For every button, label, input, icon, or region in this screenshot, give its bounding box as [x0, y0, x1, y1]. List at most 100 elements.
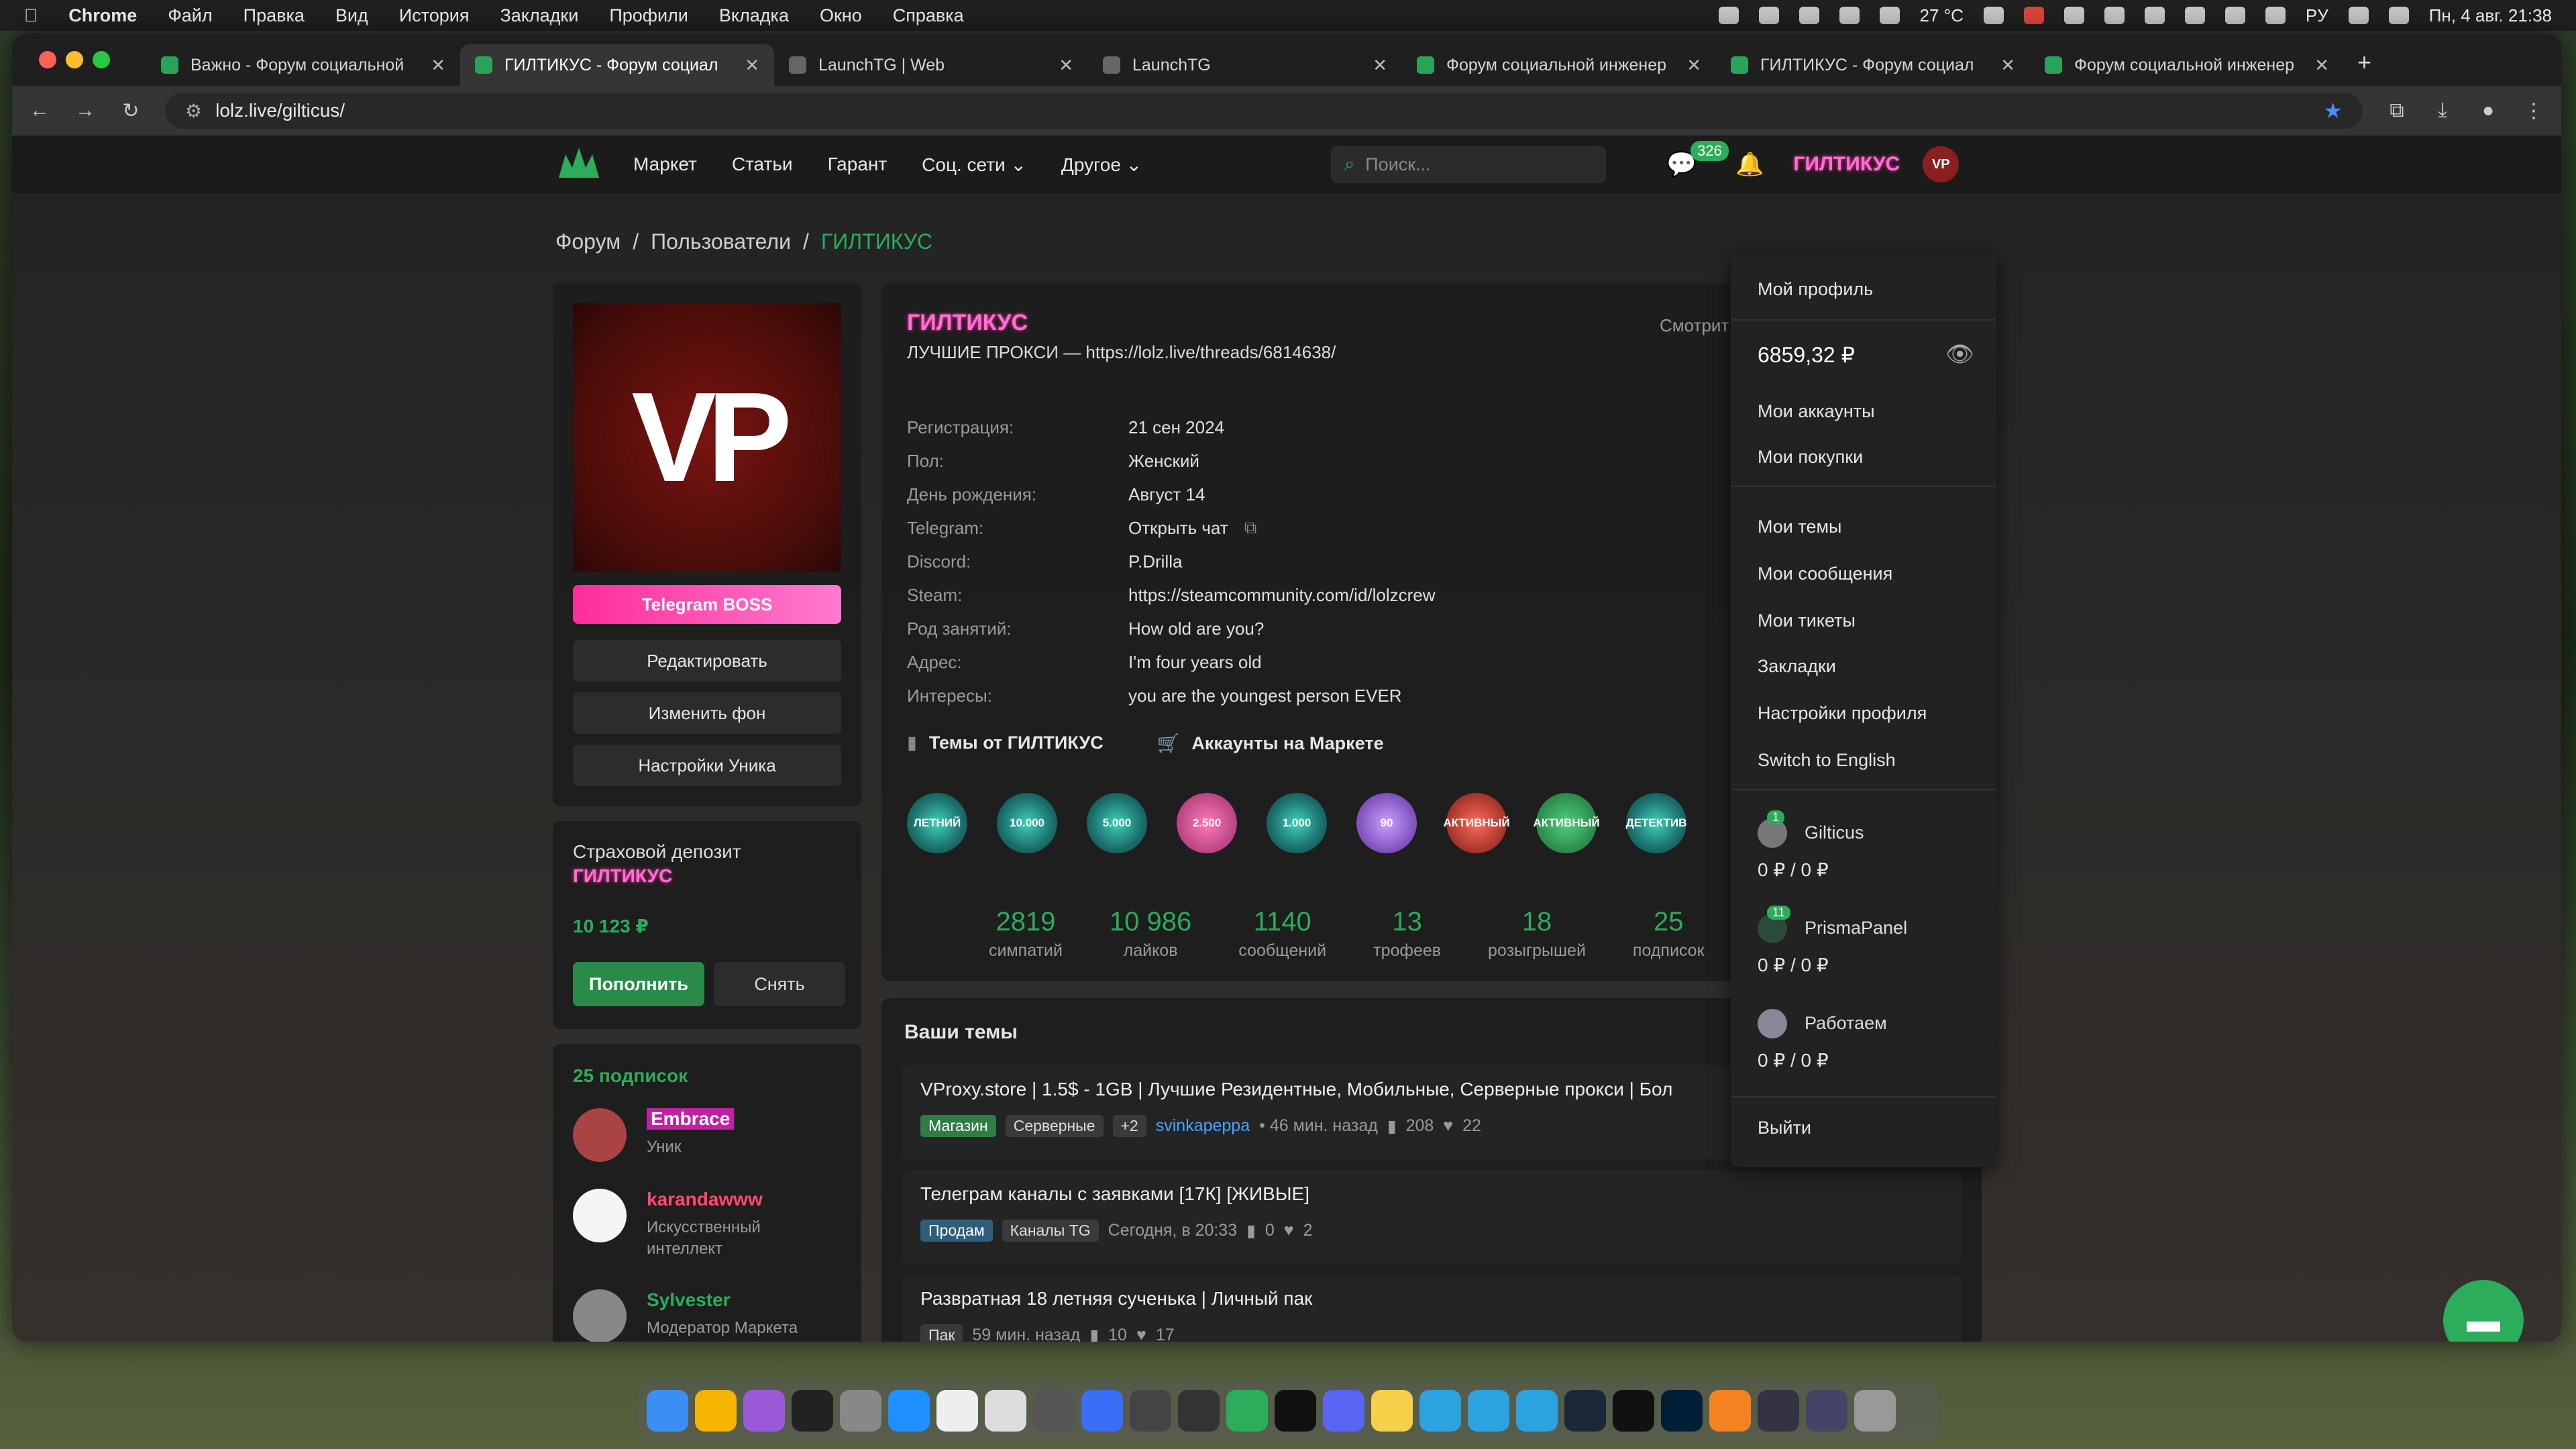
thread-title[interactable]: Телеграм каналы с заявками [17К] [ЖИВЫЕ]: [920, 1183, 1943, 1205]
forward-arrow-icon[interactable]: →: [74, 99, 97, 122]
logout-button[interactable]: Выйти: [1758, 1118, 1811, 1138]
app-icon[interactable]: [792, 1390, 833, 1432]
stat-item[interactable]: 1140 сообщений: [1238, 907, 1326, 961]
menu-edit[interactable]: Правка: [244, 5, 305, 26]
settings-icon[interactable]: [840, 1390, 881, 1432]
window-zoom-button[interactable]: [93, 51, 110, 68]
menu-profiles[interactable]: Профили: [609, 5, 688, 26]
new-tab-button[interactable]: +: [2344, 48, 2371, 86]
app-store-icon[interactable]: [888, 1390, 930, 1432]
steam-link[interactable]: https://steamcommunity.com/id/lolzcrew: [1128, 585, 1436, 606]
app-icon[interactable]: [1275, 1390, 1316, 1432]
chrome-icon[interactable]: [695, 1390, 737, 1432]
tray-icon[interactable]: [2104, 7, 2125, 24]
download-icon[interactable]: ⤓: [2431, 99, 2454, 122]
following-header[interactable]: 25 подписок: [573, 1065, 688, 1087]
thread-title[interactable]: Развратная 18 летняя сученька | Личный п…: [920, 1288, 1943, 1309]
telegram-tray-icon[interactable]: [1839, 7, 1860, 24]
trophy-icon[interactable]: 1.000: [1267, 793, 1327, 853]
menu-profile-settings[interactable]: Настройки профиля: [1758, 703, 1927, 724]
eye-icon[interactable]: 👁: [1945, 341, 1974, 368]
spotlight-search-icon[interactable]: [2348, 7, 2369, 24]
thread-tag[interactable]: Пак: [920, 1324, 963, 1342]
nav-username[interactable]: ГИЛТИКУС: [1793, 153, 1900, 176]
browser-tab[interactable]: Форум социальной инженер ✕: [1402, 44, 1716, 86]
browser-tab[interactable]: Важно - Форум социальной ✕: [146, 44, 460, 86]
trophy-icon[interactable]: 2.500: [1177, 793, 1237, 853]
app-icon[interactable]: [985, 1390, 1026, 1432]
change-background-button[interactable]: Изменить фон: [573, 692, 841, 734]
menu-bookmarks[interactable]: Закладки: [500, 5, 578, 26]
utorrent-icon[interactable]: [1226, 1390, 1268, 1432]
telegram-open-chat-link[interactable]: Открыть чат: [1128, 518, 1228, 539]
tray-icon[interactable]: [1758, 7, 1779, 24]
more-menu-icon[interactable]: ⋮: [2522, 99, 2545, 123]
edit-profile-button[interactable]: Редактировать: [573, 640, 841, 682]
search-input[interactable]: ⌕ Поиск...: [1331, 146, 1607, 183]
tray-icon[interactable]: [1718, 7, 1739, 24]
thread-tag[interactable]: Магазин: [920, 1115, 996, 1137]
app-icon[interactable]: [1178, 1390, 1220, 1432]
thread-tag[interactable]: Продам: [920, 1220, 993, 1242]
trophy-icon[interactable]: 5.000: [1087, 793, 1147, 853]
wifi-off-icon[interactable]: [2265, 7, 2286, 24]
site-logo-icon[interactable]: [555, 144, 602, 184]
telegram-tray-icon[interactable]: [1799, 7, 1819, 24]
menu-my-profile[interactable]: Мой профиль: [1758, 279, 1873, 300]
control-center-icon[interactable]: [2388, 7, 2409, 24]
avatar[interactable]: [573, 1289, 627, 1342]
stat-item[interactable]: 13 трофеев: [1373, 907, 1441, 961]
telegram-tray-icon[interactable]: [1879, 7, 1900, 24]
menu-history[interactable]: История: [399, 5, 470, 26]
tab-close-icon[interactable]: ✕: [2000, 55, 2015, 76]
trophy-icon[interactable]: 90: [1356, 793, 1417, 853]
trophy-icon[interactable]: ЛЕТНИЙ: [907, 793, 967, 853]
nav-market[interactable]: Маркет: [633, 154, 697, 175]
stat-item[interactable]: 2819 симпатий: [989, 907, 1063, 961]
stat-item[interactable]: 10 986 лайков: [1110, 907, 1191, 961]
weather-text[interactable]: 27 °C: [1920, 5, 1964, 26]
menu-window[interactable]: Окно: [820, 5, 862, 26]
app-icon[interactable]: [1130, 1390, 1171, 1432]
discord-icon[interactable]: [1323, 1390, 1364, 1432]
menu-help[interactable]: Справка: [893, 5, 964, 26]
back-arrow-icon[interactable]: ←: [28, 99, 51, 122]
trash-icon[interactable]: [1854, 1390, 1896, 1432]
user-threads-link[interactable]: ▮ Темы от ГИЛТИКУС: [907, 733, 1104, 754]
tray-icon-red[interactable]: [2023, 7, 2044, 24]
input-source[interactable]: PУ: [2306, 5, 2328, 26]
breadcrumb-forum[interactable]: Форум: [555, 229, 621, 254]
menubar-app-name[interactable]: Chrome: [68, 5, 137, 26]
thread-author[interactable]: svinkapeppa: [1156, 1116, 1250, 1136]
topup-button[interactable]: Пополнить: [573, 962, 704, 1006]
thread-item[interactable]: Развратная 18 летняя сученька | Личный п…: [902, 1275, 1962, 1342]
browser-tab-active[interactable]: ГИЛТИКУС - Форум социал ✕: [460, 44, 774, 86]
nav-guarantee[interactable]: Гарант: [828, 154, 888, 175]
menu-view[interactable]: Вид: [335, 5, 368, 26]
menu-my-messages[interactable]: Мои сообщения: [1758, 564, 1892, 584]
menu-bookmarks[interactable]: Закладки: [1758, 656, 1836, 677]
steam-icon[interactable]: [1564, 1390, 1606, 1432]
unique-settings-button[interactable]: Настройки Уника: [573, 745, 841, 786]
address-bar[interactable]: ⚙ lolz.live/gilticus/ ★: [165, 93, 2363, 129]
play-icon[interactable]: [2224, 7, 2245, 24]
bookmark-star-icon[interactable]: ★: [2323, 98, 2343, 123]
site-info-icon[interactable]: ⚙: [185, 100, 202, 122]
menubar-clock[interactable]: Пн, 4 авг. 21:38: [2429, 5, 2552, 26]
thread-tag[interactable]: +2: [1112, 1115, 1146, 1137]
nav-social[interactable]: Соц. сети ⌄: [922, 154, 1026, 176]
browser-tab[interactable]: LaunchTG | Web ✕: [774, 44, 1088, 86]
menu-switch-english[interactable]: Switch to English: [1758, 750, 1896, 771]
app-icon[interactable]: [1081, 1390, 1123, 1432]
tray-icon[interactable]: [2063, 7, 2084, 24]
following-item[interactable]: karandawww Искусственный интеллект: [573, 1185, 855, 1258]
app-icon[interactable]: [743, 1390, 785, 1432]
menu-my-tickets[interactable]: Мои тикеты: [1758, 610, 1856, 631]
terminal-icon[interactable]: [1613, 1390, 1654, 1432]
telegram-icon[interactable]: [1468, 1390, 1509, 1432]
reload-icon[interactable]: ↻: [119, 99, 142, 123]
wordpress-tray-icon[interactable]: [2144, 7, 2165, 24]
tab-close-icon[interactable]: ✕: [1686, 55, 1701, 76]
market-accounts-link[interactable]: 🛒 Аккаунты на Маркете: [1157, 733, 1384, 754]
chat-widget-button[interactable]: ▬: [2443, 1280, 2524, 1342]
